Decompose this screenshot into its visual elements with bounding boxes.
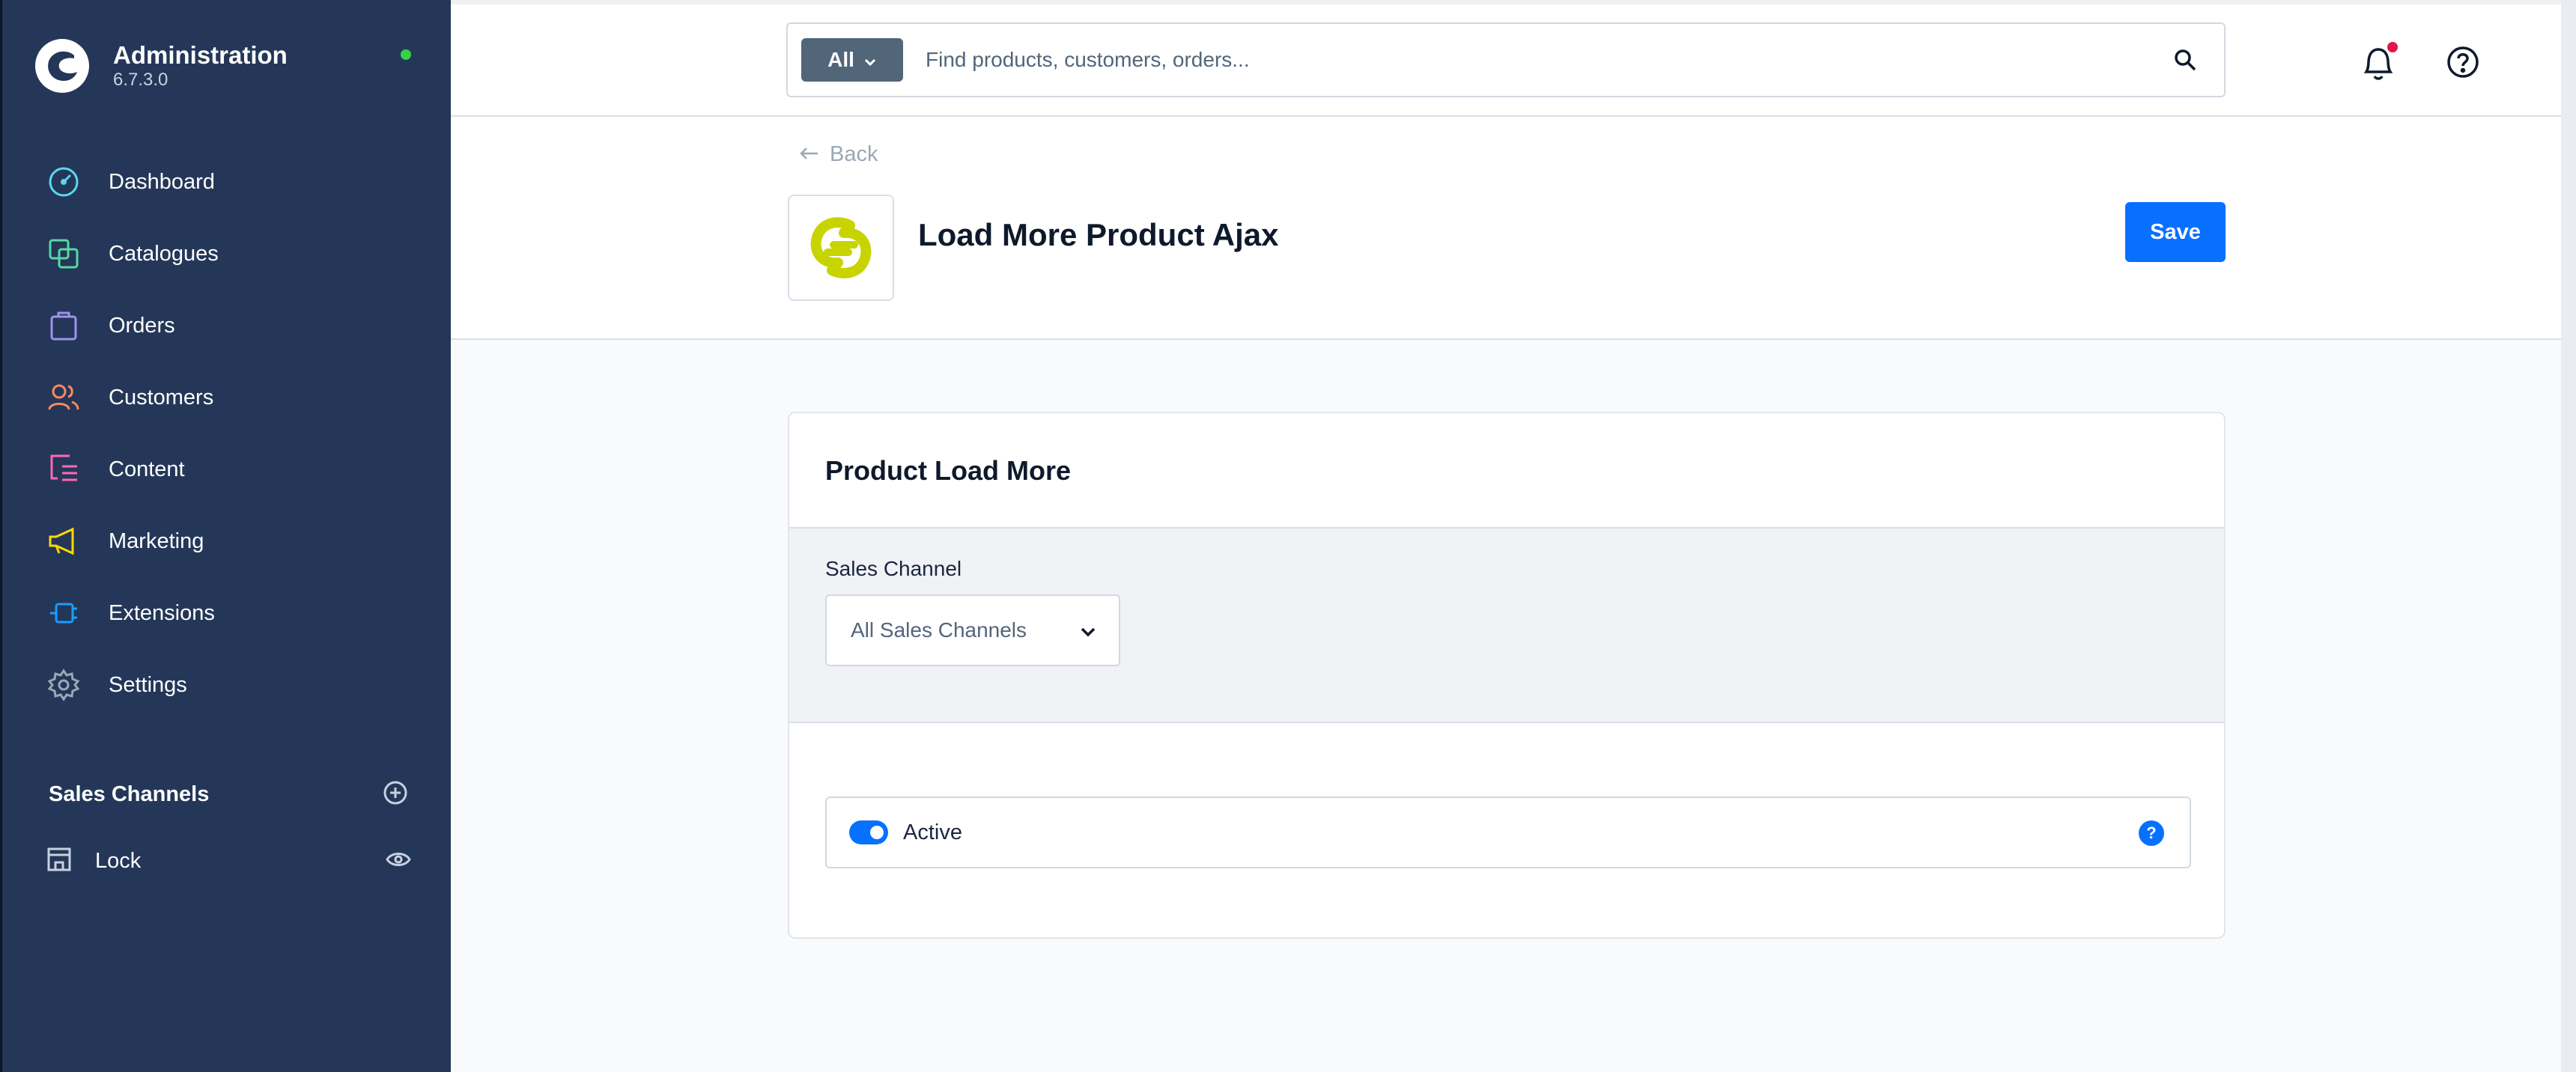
sales-channel-label: Sales Channel	[825, 557, 962, 580]
window-edge	[2561, 0, 2576, 1072]
notification-badge	[2387, 42, 2398, 52]
storefront-icon	[46, 846, 73, 877]
add-sales-channel-icon[interactable]	[383, 780, 408, 809]
nav-item-customers[interactable]: Customers	[46, 362, 219, 433]
search-icon[interactable]	[2170, 45, 2200, 75]
extensions-icon	[46, 595, 82, 631]
settings-card: Product Load More Sales Channel All Sale…	[788, 412, 2226, 939]
brand[interactable]: Administration 6.7.3.0	[35, 39, 288, 93]
sidebar: Administration 6.7.3.0 Dashboard Catalog…	[0, 0, 451, 1072]
content-icon	[46, 451, 82, 487]
toggle-knob	[870, 826, 884, 839]
save-button[interactable]: Save	[2125, 202, 2226, 262]
help-icon[interactable]	[2446, 45, 2482, 81]
nav-label: Orders	[109, 313, 175, 338]
eye-icon[interactable]	[386, 850, 411, 872]
sales-channel-item-lock[interactable]: Lock	[46, 846, 411, 877]
plugin-logo	[788, 195, 894, 301]
app-version: 6.7.3.0	[113, 70, 168, 90]
nav-item-dashboard[interactable]: Dashboard	[46, 146, 219, 218]
nav-label: Dashboard	[109, 169, 215, 194]
nav-label: Customers	[109, 385, 214, 409]
sales-channels-header: Sales Channels	[49, 780, 408, 809]
settings-icon	[46, 667, 82, 703]
nav-item-settings[interactable]: Settings	[46, 649, 219, 721]
main-nav: Dashboard Catalogues Orders Customers Co…	[46, 146, 219, 721]
shopware-logo-icon	[35, 39, 89, 93]
status-indicator	[401, 49, 411, 60]
nav-item-orders[interactable]: Orders	[46, 290, 219, 362]
notifications-bell-icon[interactable]	[2359, 42, 2401, 84]
nav-label: Extensions	[109, 600, 215, 625]
help-tooltip-icon[interactable]: ?	[2139, 820, 2164, 846]
search-bar: All	[786, 22, 2226, 97]
sales-channel-value: All Sales Channels	[851, 618, 1027, 642]
marketing-icon	[46, 523, 82, 559]
orders-icon	[46, 308, 82, 344]
active-field: Active ?	[825, 797, 2191, 868]
customers-icon	[46, 380, 82, 415]
sales-channels-title: Sales Channels	[49, 782, 210, 806]
catalogues-icon	[46, 236, 82, 272]
sales-channel-select[interactable]: All Sales Channels	[825, 594, 1120, 666]
search-type-dropdown[interactable]: All	[801, 38, 903, 82]
dashboard-icon	[46, 164, 82, 200]
chevron-down-icon	[863, 48, 877, 72]
nav-label: Settings	[109, 672, 187, 697]
search-input[interactable]	[926, 48, 2170, 72]
search-type-label: All	[827, 48, 854, 71]
nav-item-content[interactable]: Content	[46, 433, 219, 505]
sales-channel-label: Lock	[95, 849, 142, 873]
back-label: Back	[830, 142, 878, 166]
content-area: Product Load More Sales Channel All Sale…	[451, 340, 2561, 1072]
page-title: Load More Product Ajax	[918, 217, 1279, 252]
nav-label: Content	[109, 457, 185, 481]
nav-label: Marketing	[109, 529, 204, 553]
sales-channel-scope: Sales Channel All Sales Channels	[789, 529, 2224, 723]
card-title: Product Load More	[825, 455, 1072, 486]
active-label: Active	[903, 820, 962, 844]
topbar: All	[451, 0, 2561, 117]
nav-label: Catalogues	[109, 241, 219, 266]
chevron-down-icon	[1080, 618, 1096, 642]
app-title: Administration	[113, 41, 288, 69]
nav-item-extensions[interactable]: Extensions	[46, 577, 219, 649]
nav-item-catalogues[interactable]: Catalogues	[46, 218, 219, 290]
nav-item-marketing[interactable]: Marketing	[46, 505, 219, 577]
page-header: Back Load More Product Ajax Save	[451, 117, 2561, 340]
active-toggle[interactable]	[849, 820, 888, 844]
back-link[interactable]: Back	[798, 142, 878, 167]
arrow-left-icon	[798, 142, 819, 167]
